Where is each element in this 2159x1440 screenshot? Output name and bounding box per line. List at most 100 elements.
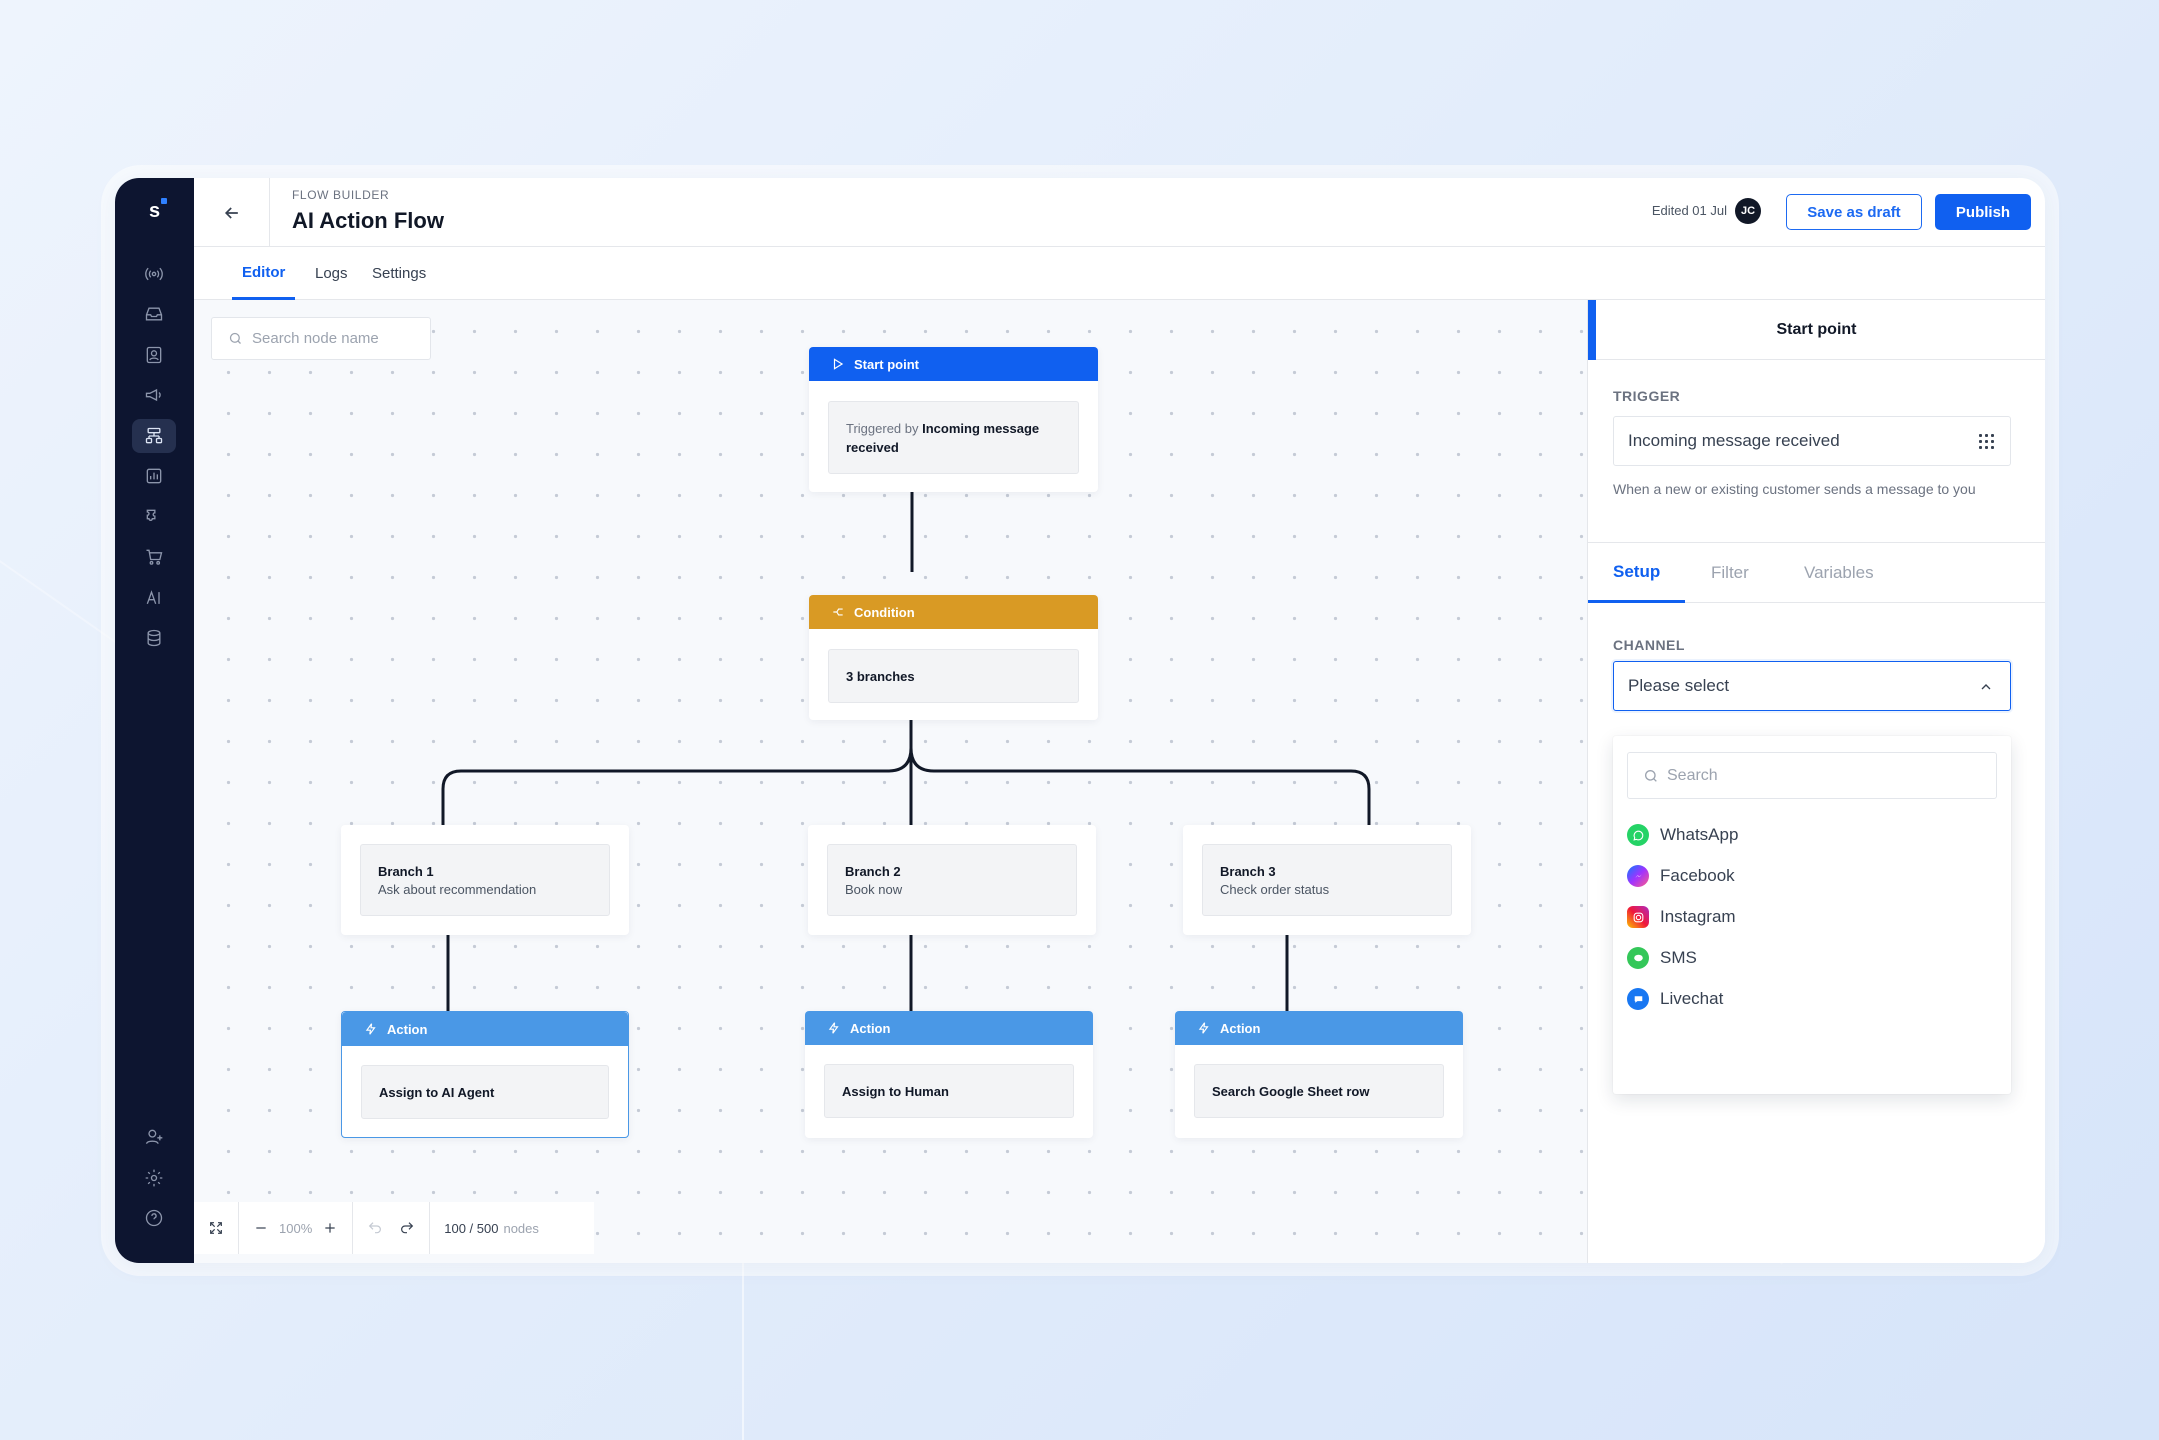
start-node[interactable]: Start point Triggered by Incoming messag… xyxy=(809,347,1098,492)
undo-icon[interactable] xyxy=(367,1220,383,1236)
arrow-left-icon xyxy=(224,206,238,219)
panel-tabs: Setup Filter Variables xyxy=(1588,542,2045,603)
channel-option-label: Instagram xyxy=(1660,907,1736,926)
zoom-out-icon[interactable] xyxy=(253,1220,269,1236)
panel-accent xyxy=(1588,300,1596,360)
chevron-up-icon xyxy=(1981,684,1991,690)
tab-setup[interactable]: Setup xyxy=(1588,543,1686,603)
channel-search-input[interactable]: Search xyxy=(1627,752,1997,799)
zoom-controls: 100% xyxy=(239,1202,354,1254)
avatar[interactable]: JC xyxy=(1735,198,1761,224)
app-logo[interactable]: s xyxy=(115,198,194,223)
header: FLOW BUILDER AI Action Flow Edited 01 Ju… xyxy=(194,178,2045,247)
flow-builder-icon[interactable] xyxy=(132,419,176,453)
action-node-header: Action xyxy=(805,1011,1093,1045)
tab-filter[interactable]: Filter xyxy=(1711,543,1749,603)
node-counter: 100 / 500 nodes xyxy=(430,1202,553,1254)
livechat-icon xyxy=(1627,988,1649,1010)
branch-node[interactable]: Branch 3 Check order status xyxy=(1183,825,1471,935)
channel-option-sms[interactable]: SMS xyxy=(1627,938,1697,978)
cart-icon[interactable] xyxy=(132,540,176,574)
action-node-title: Action xyxy=(1220,1020,1261,1036)
broadcast-icon[interactable] xyxy=(132,257,176,291)
publish-button[interactable]: Publish xyxy=(1935,194,2031,230)
action-name: Assign to AI Agent xyxy=(379,1084,495,1100)
action-node[interactable]: Action Assign to AI Agent xyxy=(341,1011,629,1138)
gear-icon[interactable] xyxy=(132,1161,176,1195)
node-unit: nodes xyxy=(503,1220,539,1236)
branch-node-body: Branch 2 Book now xyxy=(827,844,1077,916)
channel-select[interactable]: Please select xyxy=(1613,661,2011,711)
trigger-value: Incoming message received xyxy=(1628,431,1840,450)
tab-settings[interactable]: Settings xyxy=(372,247,426,300)
tab-editor[interactable]: Editor xyxy=(232,247,296,300)
lightning-icon xyxy=(828,1022,839,1034)
channel-option-facebook[interactable]: Facebook xyxy=(1627,856,1735,896)
properties-panel: Start point TRIGGER Incoming message rec… xyxy=(1587,300,2045,1263)
branch-node-body: Branch 3 Check order status xyxy=(1202,844,1452,916)
action-node[interactable]: Action Assign to Human xyxy=(805,1011,1093,1138)
save-draft-button[interactable]: Save as draft xyxy=(1786,194,1922,230)
channel-option-label: WhatsApp xyxy=(1660,825,1739,844)
contacts-icon[interactable] xyxy=(132,338,176,372)
node-count: 100 / 500 xyxy=(444,1220,499,1236)
channel-option-label: SMS xyxy=(1660,948,1697,967)
lightning-icon xyxy=(365,1023,376,1035)
branch-node[interactable]: Branch 2 Book now xyxy=(808,825,1096,935)
trigger-label: TRIGGER xyxy=(1613,388,1681,404)
reports-icon[interactable] xyxy=(132,459,176,493)
megaphone-icon[interactable] xyxy=(132,378,176,412)
action-name: Search Google Sheet row xyxy=(1212,1083,1370,1099)
start-node-header: Start point xyxy=(809,347,1098,381)
database-icon[interactable] xyxy=(132,621,176,655)
zoom-in-icon[interactable] xyxy=(322,1220,338,1236)
edited-status: Edited 01 Jul xyxy=(1651,203,1727,218)
sidebar: s xyxy=(115,178,194,1263)
integrations-icon[interactable] xyxy=(132,500,176,534)
play-icon xyxy=(833,358,844,370)
grid-icon[interactable] xyxy=(1979,434,1994,449)
triggered-by-label: Triggered by xyxy=(846,420,919,436)
ai-icon[interactable] xyxy=(132,581,176,615)
inbox-icon[interactable] xyxy=(132,297,176,331)
channel-option-whatsapp[interactable]: WhatsApp xyxy=(1627,815,1738,855)
branch-node-body: Branch 1 Ask about recommendation xyxy=(360,844,610,916)
background-line xyxy=(742,1263,744,1440)
channel-option-instagram[interactable]: Instagram xyxy=(1627,897,1736,937)
branch-title: Branch 3 xyxy=(1220,863,1276,879)
branch-icon xyxy=(833,608,843,616)
lightning-icon xyxy=(1198,1022,1209,1034)
action-node-body: Assign to AI Agent xyxy=(361,1065,609,1119)
condition-node-header: Condition xyxy=(809,595,1098,629)
branch-title: Branch 1 xyxy=(378,863,434,879)
breadcrumb: FLOW BUILDER xyxy=(292,188,390,202)
branch-node[interactable]: Branch 1 Ask about recommendation xyxy=(341,825,629,935)
trigger-field[interactable]: Incoming message received xyxy=(1613,416,2011,466)
add-user-icon[interactable] xyxy=(132,1120,176,1154)
canvas-toolbar: 100% 100 / 500 nodes xyxy=(194,1202,594,1254)
action-node-title: Action xyxy=(387,1021,428,1037)
condition-node[interactable]: Condition 3 branches xyxy=(809,595,1098,720)
start-node-body: Triggered by Incoming message received xyxy=(828,401,1079,474)
action-node-header: Action xyxy=(1175,1011,1463,1045)
redo-icon[interactable] xyxy=(399,1220,415,1236)
panel-title: Start point xyxy=(1588,300,2045,360)
branch-title: Branch 2 xyxy=(845,863,901,879)
channel-option-livechat[interactable]: Livechat xyxy=(1627,979,1723,1019)
tab-bar: Editor Logs Settings xyxy=(194,247,2045,300)
tab-variables[interactable]: Variables xyxy=(1804,543,1874,603)
channel-label: CHANNEL xyxy=(1613,637,1685,653)
fit-view-button[interactable] xyxy=(194,1202,239,1254)
zoom-level: 100% xyxy=(279,1220,313,1236)
action-node[interactable]: Action Search Google Sheet row xyxy=(1175,1011,1463,1138)
help-icon[interactable] xyxy=(132,1201,176,1235)
back-button[interactable] xyxy=(194,178,270,247)
condition-node-title: Condition xyxy=(854,604,915,620)
flow-canvas[interactable]: Search node name Start point Triggered b… xyxy=(194,300,1587,1263)
search-icon xyxy=(1645,769,1657,782)
action-name: Assign to Human xyxy=(842,1083,949,1099)
start-node-title: Start point xyxy=(854,356,919,372)
history-controls xyxy=(353,1202,431,1254)
tab-logs[interactable]: Logs xyxy=(315,247,348,300)
sms-icon xyxy=(1627,947,1649,969)
